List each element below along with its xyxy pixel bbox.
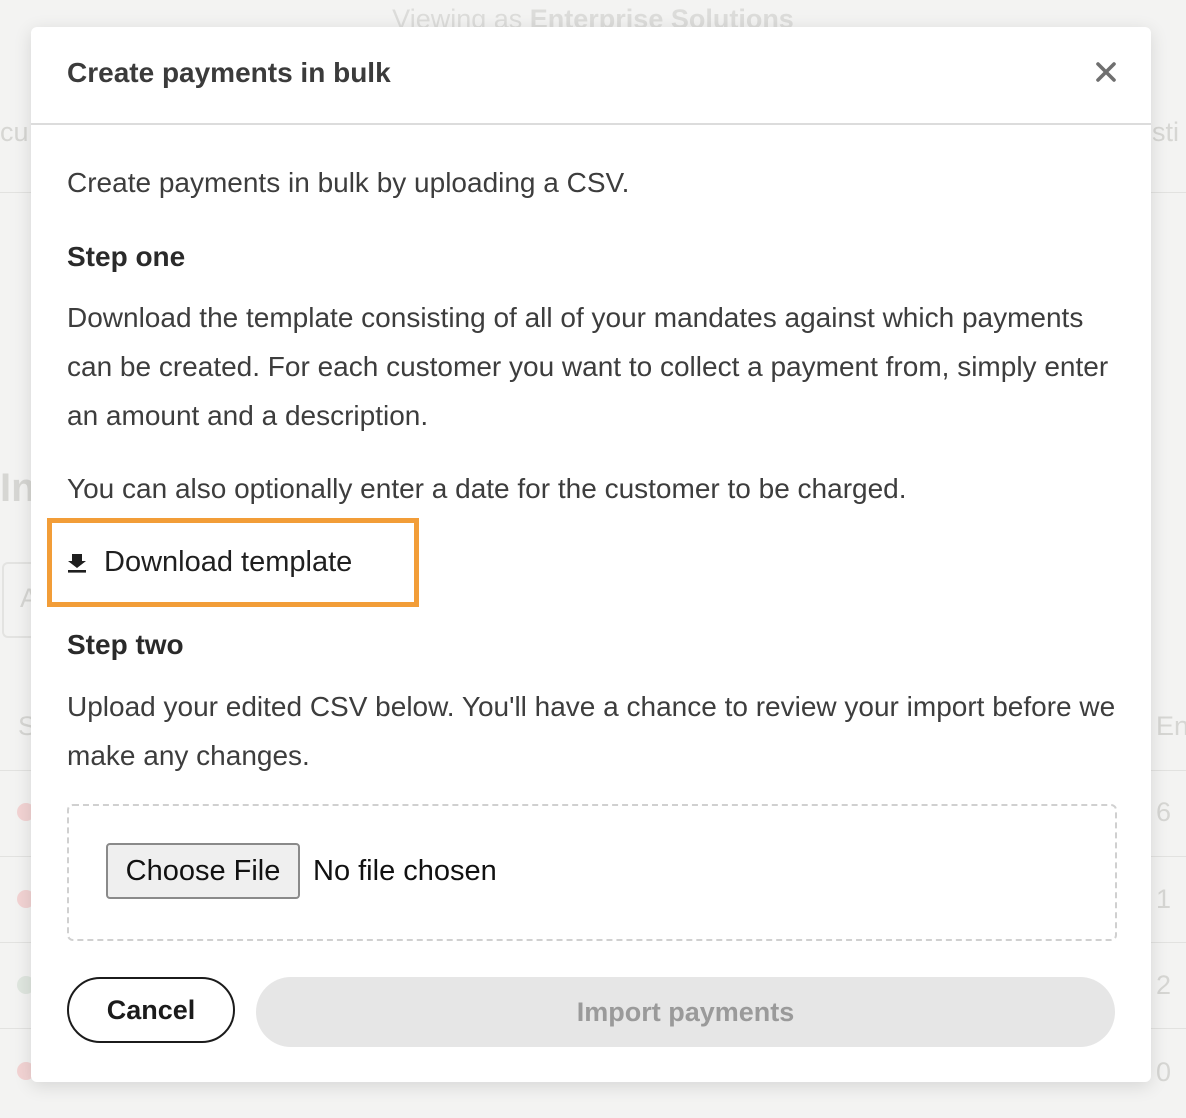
bg-fragment: sti [1152, 117, 1179, 147]
bg-fragment: 2 [1156, 970, 1172, 1000]
file-dropzone[interactable]: Choose File No file chosen [67, 804, 1117, 941]
choose-file-button[interactable]: Choose File [106, 843, 300, 899]
download-template-link[interactable]: Download template [47, 518, 419, 607]
close-icon [1096, 62, 1116, 82]
intro-text: Create payments in bulk by uploading a C… [67, 167, 630, 198]
download-icon [68, 553, 86, 573]
import-payments-button[interactable]: Import payments [256, 977, 1115, 1047]
step-one-description: Download the template consisting of all … [67, 302, 1109, 431]
bulk-payments-modal: Create payments in bulk Create payments … [31, 27, 1151, 1082]
download-template-label: Download template [104, 546, 353, 578]
step-one-note: You can also optionally enter a date for… [67, 473, 907, 504]
cancel-button[interactable]: Cancel [67, 977, 235, 1043]
step-two-description: Upload your edited CSV below. You'll hav… [67, 691, 1116, 771]
bg-fragment: cu [0, 117, 29, 147]
bg-fragment: 6 [1156, 797, 1172, 827]
step-two-heading: Step two [67, 629, 184, 660]
close-button[interactable] [1091, 57, 1121, 87]
bg-fragment: 0 [1156, 1057, 1172, 1087]
step-one-heading: Step one [67, 241, 186, 272]
bg-fragment: 1 [1156, 884, 1172, 914]
file-status: No file chosen [313, 855, 497, 887]
bg-fragment: En [1156, 711, 1186, 741]
modal-header: Create payments in bulk [31, 27, 1151, 125]
modal-title: Create payments in bulk [67, 57, 391, 88]
